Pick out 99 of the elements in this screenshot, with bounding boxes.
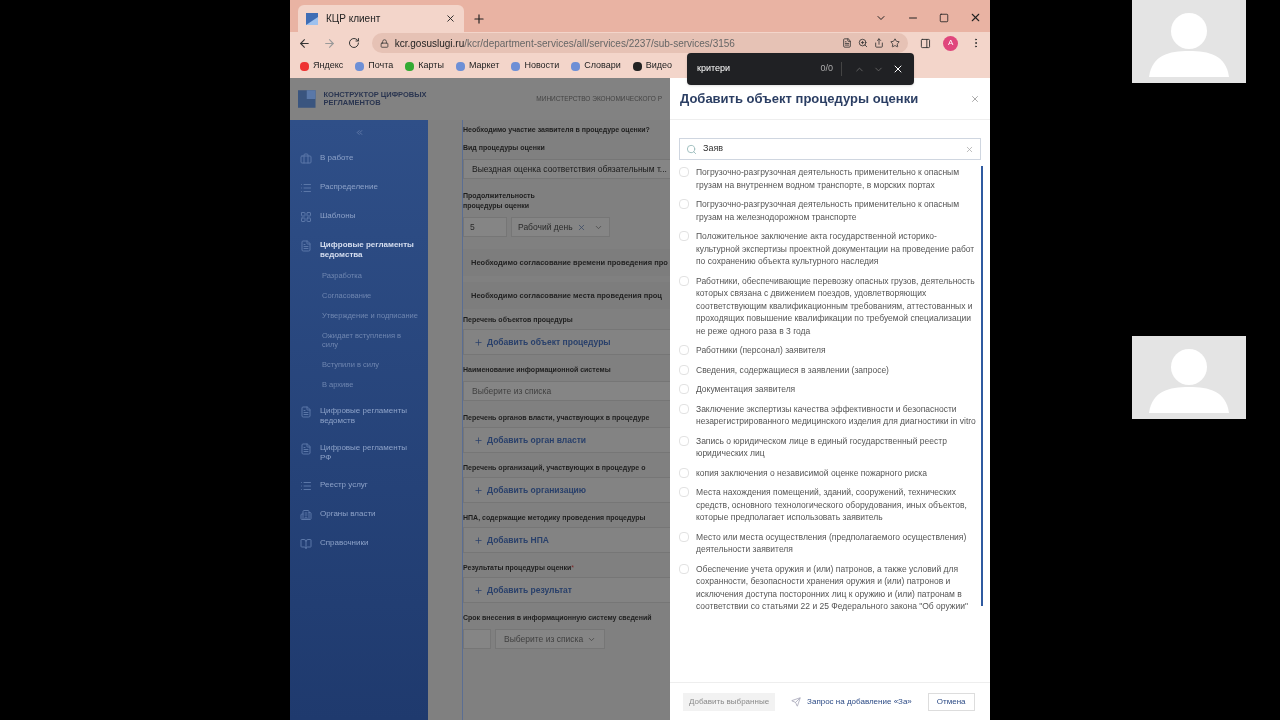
option-row[interactable]: Погрузочно-разгрузочная деятельность применительно к опасным грузам на внутреннем водном транспорте, в морских портах: [679, 166, 978, 191]
search-field[interactable]: Заяв: [679, 138, 981, 160]
checkbox[interactable]: [679, 275, 689, 286]
logo-icon: [298, 90, 316, 108]
clear-icon[interactable]: [576, 222, 586, 232]
bookmark-favicon-icon: [300, 61, 309, 71]
page-icon[interactable]: [842, 38, 853, 48]
checkbox[interactable]: [679, 487, 689, 497]
sidebar-item[interactable]: Цифровые регламенты ведомств: [300, 406, 418, 426]
sidebar-item[interactable]: Цифровые регламенты РФ: [300, 443, 418, 463]
modal-title: Добавить объект процедуры оценки: [680, 89, 920, 108]
close-window-icon[interactable]: [969, 11, 982, 24]
option-row[interactable]: Положительное заключение акта государственной историко-культурной экспертизы проектной документации на проведение работ по сохранению объекта культурного наследия: [679, 230, 978, 268]
sidebar-item[interactable]: Справочники: [300, 538, 418, 550]
menu-item-icon: [300, 443, 312, 455]
tab-title: КЦР клиент: [326, 12, 382, 26]
option-row[interactable]: Документация заявителя: [679, 383, 978, 396]
plus-icon: [474, 535, 483, 545]
sidebar-item[interactable]: Шаблоны: [300, 211, 418, 223]
option-row[interactable]: Запись о юридическом лице в единый государственный реестр юридических лиц: [679, 434, 978, 460]
plus-icon: [474, 337, 483, 347]
option-row[interactable]: Сведения, содержащиеся в заявлении (запросе): [679, 363, 978, 376]
scrollbar-thumb[interactable]: [981, 166, 983, 606]
cancel-button[interactable]: Отмена: [927, 692, 975, 711]
bookmark-link[interactable]: Новости: [511, 59, 560, 73]
option-row[interactable]: Места нахождения помещений, зданий, сооружений, технических средств, основного технологического оборудования, иных объектов, которые предполагает использовать заявитель: [679, 486, 978, 524]
option-row[interactable]: копия заключения о независимой оценке пожарного риска: [679, 466, 978, 479]
bookmark-star-icon[interactable]: [890, 38, 901, 48]
number-field[interactable]: 5: [463, 217, 507, 237]
bookmark-link[interactable]: Видео: [632, 59, 673, 73]
browser-tab[interactable]: КЦР клиент: [298, 5, 464, 32]
checkbox[interactable]: [679, 403, 689, 414]
menu-item-icon: [300, 538, 312, 550]
lock-icon: [379, 38, 389, 48]
sidebar-item[interactable]: Органы власти: [300, 509, 418, 521]
request-link[interactable]: Запрос на добавление «За»: [791, 695, 912, 708]
bookmark-favicon-icon: [405, 61, 415, 71]
zoom-icon[interactable]: [858, 38, 869, 48]
sidebar-item[interactable]: Реестр услуг: [300, 480, 418, 492]
profile-avatar[interactable]: A: [943, 35, 959, 51]
checkbox[interactable]: [679, 467, 689, 478]
menu-item-icon: [300, 211, 312, 223]
option-row[interactable]: Работники (персонал) заявителя: [679, 344, 978, 357]
plus-icon: [474, 485, 483, 495]
checkbox[interactable]: [679, 364, 689, 375]
bookmark-favicon-icon: [511, 61, 521, 71]
bookmark-favicon-icon: [571, 61, 581, 71]
clear-icon[interactable]: [965, 144, 974, 154]
find-query: критери: [697, 62, 732, 76]
url-text: kcr.gosuslugi.ru/kcr/department-services/all/services/2237/sub-services/3156: [394, 36, 736, 51]
menu-item-icon: [300, 509, 312, 521]
option-row[interactable]: Обеспечение учета оружия и (или) патронов, а также условий для сохранности, безопасности хранения оружия и (или) патронов и исключения доступа посторонних лиц к оружию и (или) патронам в соответствии со статьями 22 и 25 Федерального закона "Об оружии": [679, 562, 978, 613]
sidebar-item[interactable]: Цифровые регламенты ведомства: [300, 240, 418, 260]
option-row[interactable]: Работники, обеспечивающие перевозку опасных грузов, деятельность которых связана с движением поездов, удовлетворяющих соответствующим квалификационным требованиям, аттестованных и проходящих повышение квалификации по требуемой специализации не реже одного раза в 3 года: [679, 274, 978, 337]
bookmark-link[interactable]: Словари: [571, 59, 621, 73]
checkbox[interactable]: [679, 167, 689, 177]
collapse-icon[interactable]: [354, 128, 364, 137]
checkbox[interactable]: [679, 384, 689, 394]
site-logo-icon: [306, 12, 318, 25]
bookmark-link[interactable]: Маркет: [455, 59, 500, 73]
menu-item-icon: [300, 153, 312, 165]
close-tab-icon[interactable]: [445, 13, 456, 24]
bookmark-link[interactable]: Яндекс: [300, 59, 344, 73]
number-field[interactable]: [463, 629, 491, 649]
address-bar[interactable]: kcr.gosuslugi.ru/kcr/department-services/all/services/2237/sub-services/3156: [371, 33, 909, 53]
menu-item-icon: [300, 480, 312, 492]
option-row[interactable]: Погрузочно-разгрузочная деятельность применительно к опасным грузам на железнодорожном транспорте: [679, 198, 978, 223]
menu-item-icon: [300, 406, 312, 418]
checkbox[interactable]: [679, 435, 689, 446]
forward-icon[interactable]: [322, 36, 336, 50]
menu-item-icon: [300, 182, 312, 194]
bookmark-favicon-icon: [455, 61, 465, 71]
match-count: 0/0: [820, 62, 842, 76]
menu-item-icon: [300, 240, 312, 252]
maximize-icon[interactable]: [939, 12, 949, 23]
checkbox[interactable]: [679, 345, 689, 355]
checkbox[interactable]: [679, 231, 689, 241]
bookmark-link[interactable]: Карты: [405, 59, 444, 73]
side-panel-icon[interactable]: [920, 37, 932, 49]
back-icon[interactable]: [298, 36, 311, 50]
option-row[interactable]: Заключение экспертизы качества эффективности и безопасности незарегистрированного медицинского изделия для диагностики in vitro: [679, 402, 978, 428]
new-tab-icon[interactable]: [472, 12, 486, 26]
close-icon[interactable]: [892, 63, 904, 75]
option-row[interactable]: Место или места осуществления (предполагаемого осуществления) деятельности заявителя: [679, 530, 978, 556]
search-icon: [686, 143, 697, 155]
plus-icon: [474, 585, 483, 595]
unit-select[interactable]: Рабочий день: [511, 217, 610, 237]
bookmark-link[interactable]: Почта: [355, 59, 394, 73]
checkbox[interactable]: [679, 199, 689, 209]
reload-icon[interactable]: [347, 37, 360, 49]
send-icon: [791, 696, 802, 707]
sidebar-item[interactable]: Распределение: [300, 182, 418, 194]
checkbox[interactable]: [679, 531, 689, 542]
checkbox[interactable]: [679, 563, 689, 574]
bookmark-favicon-icon: [632, 61, 642, 71]
share-icon[interactable]: [874, 38, 885, 48]
bookmark-favicon-icon: [355, 61, 365, 71]
plus-icon: [474, 435, 483, 445]
select-field[interactable]: Выездная оценка соответствия обязательным т...: [463, 159, 670, 179]
